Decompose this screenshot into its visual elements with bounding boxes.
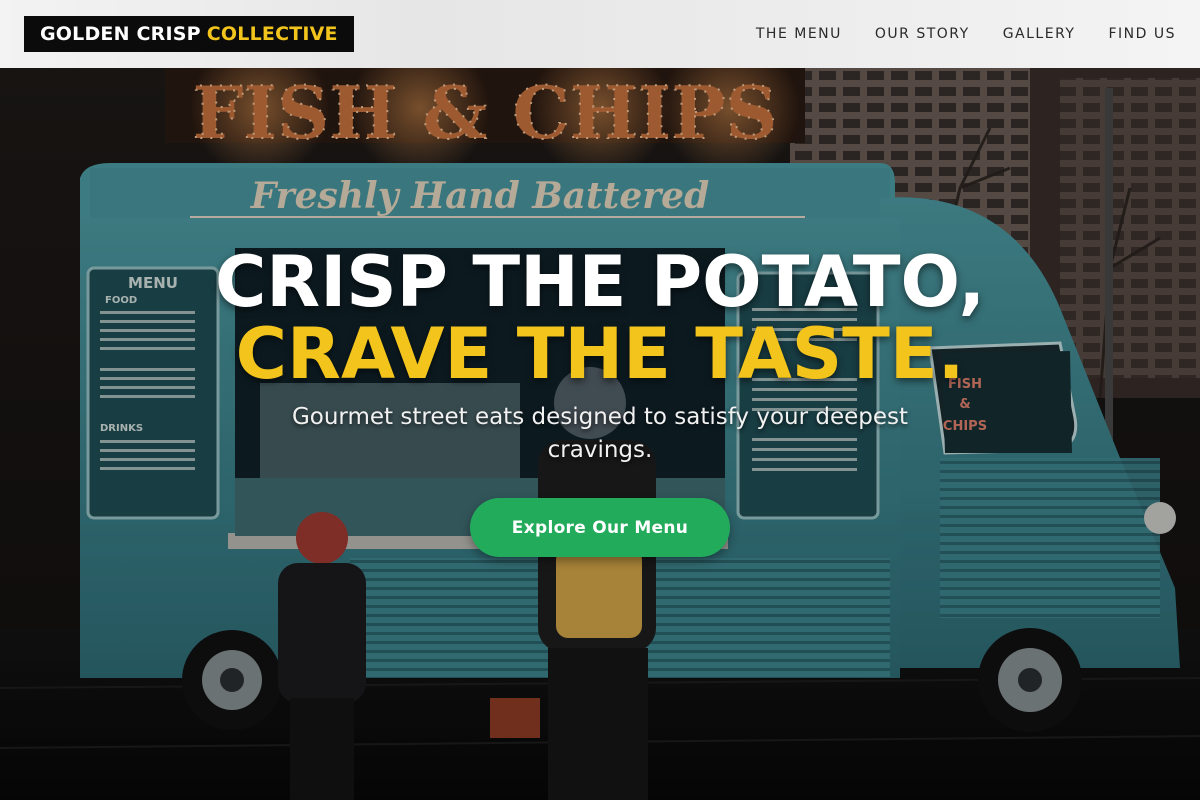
explore-menu-button[interactable]: Explore Our Menu bbox=[470, 498, 730, 557]
brand-name-primary: GOLDEN CRISP bbox=[40, 23, 201, 45]
brand-name-accent: COLLECTIVE bbox=[206, 23, 338, 45]
nav-link-gallery[interactable]: GALLERY bbox=[1003, 26, 1076, 42]
hero-subtitle: Gourmet street eats designed to satisfy … bbox=[291, 404, 909, 463]
nav-link-our-story[interactable]: OUR STORY bbox=[875, 26, 970, 42]
nav-link-find-us[interactable]: FIND US bbox=[1108, 26, 1176, 42]
main-nav: THE MENU OUR STORY GALLERY FIND US bbox=[756, 0, 1176, 68]
brand-logo[interactable]: GOLDEN CRISP COLLECTIVE bbox=[24, 16, 354, 52]
hero-headline-line2: CRAVE THE TASTE. bbox=[235, 313, 965, 395]
site-header: GOLDEN CRISP COLLECTIVE THE MENU OUR STO… bbox=[0, 0, 1200, 68]
hero-headline-line1: CRISP THE POTATO, bbox=[214, 241, 986, 323]
hero-section: FISH & CHIPS Freshly Hand Battered MENU … bbox=[0, 68, 1200, 800]
nav-link-the-menu[interactable]: THE MENU bbox=[756, 26, 842, 42]
